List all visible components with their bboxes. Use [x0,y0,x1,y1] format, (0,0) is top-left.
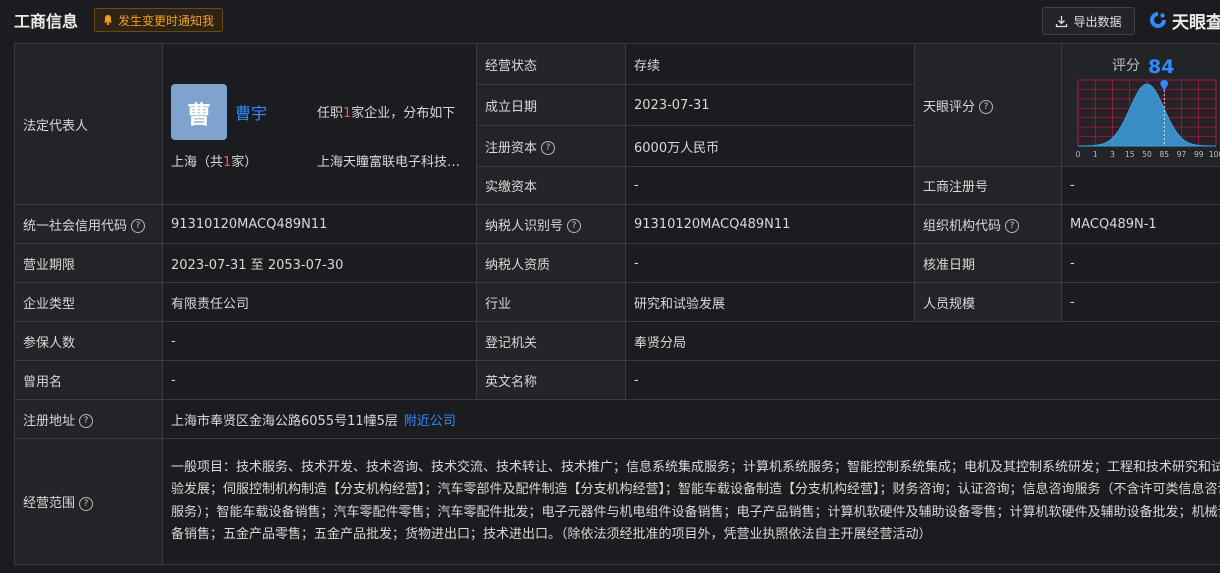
former-name-value: - [162,360,477,400]
taxpayer-id-label-cell: 纳税人识别号? [476,204,626,244]
download-icon [1056,15,1068,27]
english-name-value: - [625,360,1220,400]
tick-label: 3 [1110,150,1115,159]
help-icon[interactable]: ? [131,219,146,233]
tick-label: 0 [1076,150,1081,159]
company-type-label: 企业类型 [14,282,163,322]
score-value: 84 [1148,56,1174,78]
authority-value: 奉贤分局 [625,321,1220,361]
org-code-label-cell: 组织机构代码? [914,204,1062,244]
org-code-value: MACQ489N-1 [1061,204,1220,244]
help-icon[interactable]: ? [79,496,94,511]
notify-on-change-button[interactable]: 发生变更时通知我 [94,8,224,32]
tick-label: 99 [1194,150,1204,159]
business-scope-cell: 一般项目：技术服务、技术开发、技术咨询、技术交流、技术转让、技术推广；信息系统集… [162,438,1220,565]
avatar[interactable]: 曹 [171,84,227,140]
address-value: 上海市奉贤区金海公路6055号11幢5层 [171,413,398,429]
header: 工商信息 发生变更时通知我 导出数据 天眼查 [0,0,1220,42]
staff-size-value: - [1061,282,1220,322]
score-title: 评分 [1112,58,1140,74]
export-data-button[interactable]: 导出数据 [1042,7,1135,35]
former-name-label: 曾用名 [14,360,163,400]
legal-rep-company-link[interactable]: 上海天瞳富联电子科技有限公司 [317,151,467,170]
taxpayer-qual-value: - [625,243,915,283]
status-value: 存续 [625,43,915,85]
tick-label: 50 [1142,150,1152,159]
export-label: 导出数据 [1073,14,1122,29]
bell-icon [104,15,112,26]
taxpayer-id-value: 91310120MACQ489N11 [625,204,915,244]
nearby-companies-link[interactable]: 附近公司 [404,414,456,429]
approval-date-value: - [1061,243,1220,283]
english-name-label: 英文名称 [476,360,626,400]
legal-rep-location: 上海（共1家） [171,155,258,170]
founded-label: 成立日期 [476,84,626,126]
help-icon[interactable]: ? [541,141,556,155]
taxpayer-qual-label: 纳税人资质 [476,243,626,283]
paid-capital-label: 实缴资本 [476,166,626,205]
legal-rep-name-link[interactable]: 曹宇 [235,100,267,124]
credit-code-label-cell: 统一社会信用代码? [14,204,163,244]
business-scope-text: 一般项目：技术服务、技术开发、技术咨询、技术交流、技术转让、技术推广；信息系统集… [171,459,1220,543]
industry-value: 研究和试验发展 [625,282,915,322]
score-distribution-chart[interactable]: 评分 84 0 1 3 15 50 85 97 99 100 [1062,44,1220,162]
tianyancha-logo-icon [1150,12,1166,28]
section-title: 工商信息 [14,12,79,31]
tick-label: 97 [1177,150,1187,159]
status-label: 经营状态 [476,43,626,85]
address-label-cell: 注册地址? [14,399,163,439]
industry-label: 行业 [476,282,626,322]
help-icon[interactable]: ? [79,414,94,428]
legal-rep-cell: 曹 曹宇 任职1家企业，分布如下 上海（共1家） 上海天瞳富联电子科技有限公司 [162,43,477,205]
capital-value: 6000万人民币 [625,125,915,167]
term-value: 2023-07-31 至 2053-07-30 [162,243,477,283]
tick-label: 85 [1159,150,1169,159]
tick-label: 100 [1209,150,1220,159]
capital-label-cell: 注册资本? [476,125,626,167]
reg-no-value: - [1061,166,1220,205]
insured-value: - [162,321,477,361]
help-icon[interactable]: ? [979,100,994,114]
score-chart-cell[interactable]: 评分 84 0 1 3 15 50 85 97 99 100 [1061,43,1220,167]
authority-label: 登记机关 [476,321,626,361]
help-icon[interactable]: ? [567,219,582,233]
paid-capital-value: - [625,166,915,205]
company-type-value: 有限责任公司 [162,282,477,322]
term-label: 营业期限 [14,243,163,283]
founded-value: 2023-07-31 [625,84,915,126]
reg-no-label: 工商注册号 [914,166,1062,205]
legal-rep-positions: 任职1家企业，分布如下 [317,106,456,121]
notify-label: 发生变更时通知我 [118,13,215,28]
brand-logo: 天眼查 [1148,0,1220,42]
tick-label: 15 [1125,150,1135,159]
approval-date-label: 核准日期 [914,243,1062,283]
staff-size-label: 人员规模 [914,282,1062,322]
help-icon[interactable]: ? [1005,219,1020,233]
credit-code-value: 91310120MACQ489N11 [162,204,477,244]
address-cell: 上海市奉贤区金海公路6055号11幢5层 附近公司 [162,399,1220,439]
score-label-cell: 天眼评分? [914,43,1062,167]
insured-label: 参保人数 [14,321,163,361]
business-info-table: 法定代表人 曹 曹宇 任职1家企业，分布如下 上海（共1家） 上海天瞳富联电子科… [14,43,1220,565]
brand-name: 天眼查 [1172,12,1220,33]
scope-label-cell: 经营范围? [14,438,163,565]
tick-label: 1 [1093,150,1098,159]
legal-rep-label: 法定代表人 [14,43,163,205]
